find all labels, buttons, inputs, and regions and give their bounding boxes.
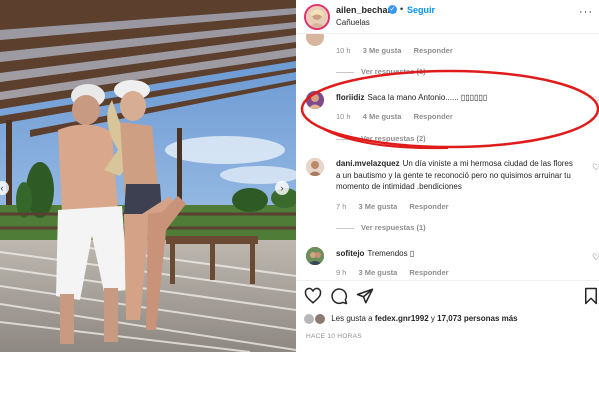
comment-time: 10 h	[336, 46, 351, 55]
comment-meta: 10 h 3 Me gusta Responder	[336, 46, 463, 55]
liker-avatar	[304, 314, 314, 324]
post-time[interactable]: HACE 10 HORAS	[306, 333, 362, 340]
heart-icon[interactable]	[304, 287, 322, 305]
comment-text: dani.mvelazquez Un día viniste a mi hermo…	[336, 158, 576, 193]
view-replies-button[interactable]: Ver respuestas (2)	[336, 134, 426, 143]
comment-time: 9 h	[336, 268, 347, 277]
comment-time: 10 h	[336, 112, 351, 121]
comment-username[interactable]: dani.mvelazquez	[336, 159, 400, 168]
comments-list: 10 h 3 Me gusta Responder Ver respuestas…	[296, 34, 599, 280]
comment-icon[interactable]	[330, 287, 348, 305]
reply-button[interactable]: Responder	[409, 268, 448, 277]
share-icon[interactable]	[356, 287, 374, 305]
reply-button[interactable]: Responder	[409, 202, 448, 211]
comment-meta: 9 h 3 Me gusta Responder	[336, 268, 459, 277]
commenter-avatar[interactable]	[306, 91, 324, 109]
bookmark-icon[interactable]	[582, 287, 599, 305]
post-header: ailen_bechara ✓ • Seguir Cañuelas ···	[296, 0, 599, 34]
comment-body: Tremendos ▯	[367, 249, 415, 258]
view-replies-button[interactable]: Ver respuestas (1)	[336, 223, 426, 232]
comment-likes[interactable]: 3 Me gusta	[359, 268, 398, 277]
post-photo[interactable]: ‹ ›	[0, 0, 296, 352]
follow-button[interactable]: Seguir	[407, 5, 435, 15]
post-actions: Les gusta a fedex.gnr1992 y 17,073 perso…	[296, 280, 599, 352]
likes-summary: Les gusta a fedex.gnr1992 y 17,073 perso…	[304, 314, 518, 324]
comment-body: Saca la mano Antonio...... ▯▯▯▯▯▯	[367, 93, 488, 102]
comment-username[interactable]: sofitejo	[336, 249, 364, 258]
separator-dot: •	[400, 4, 404, 14]
instagram-post: ‹ › ailen_bechara ✓ • Seguir Cañuelas ··…	[0, 0, 599, 402]
chevron-right-icon[interactable]: ›	[275, 181, 289, 195]
comment-text: floriidiz Saca la mano Antonio...... ▯▯▯▯…	[336, 92, 576, 104]
comment-meta: 10 h 4 Me gusta Responder	[336, 112, 463, 121]
comment-time: 7 h	[336, 202, 347, 211]
comment-likes[interactable]: 4 Me gusta	[363, 112, 402, 121]
more-icon[interactable]: ···	[579, 6, 593, 18]
post-location[interactable]: Cañuelas	[336, 18, 370, 27]
comment-meta: 7 h 3 Me gusta Responder	[336, 202, 459, 211]
verified-icon: ✓	[388, 5, 397, 14]
post-sidebar: ailen_bechara ✓ • Seguir Cañuelas ··· 10…	[296, 0, 599, 352]
heart-icon[interactable]: ♡	[592, 95, 599, 106]
author-avatar[interactable]	[304, 4, 330, 30]
reply-button[interactable]: Responder	[414, 112, 453, 121]
heart-icon[interactable]: ♡	[592, 252, 599, 263]
comment-likes[interactable]: 3 Me gusta	[363, 46, 402, 55]
comment-likes[interactable]: 3 Me gusta	[359, 202, 398, 211]
reply-button[interactable]: Responder	[414, 46, 453, 55]
liker-username[interactable]: fedex.gnr1992	[375, 314, 429, 323]
commenter-avatar[interactable]	[306, 247, 324, 265]
likes-prefix: Les gusta a	[331, 314, 373, 324]
commenter-avatar[interactable]	[306, 158, 324, 176]
liker-avatar	[315, 314, 325, 324]
likes-count[interactable]: 17,073 personas más	[437, 314, 518, 323]
comment-username[interactable]: floriidiz	[336, 93, 364, 102]
view-replies-button[interactable]: Ver respuestas (1)	[336, 67, 426, 76]
likes-joiner: y	[430, 314, 435, 324]
heart-icon[interactable]: ♡	[592, 162, 599, 173]
comment-text: sofitejo Tremendos ▯	[336, 248, 576, 260]
commenter-avatar[interactable]	[306, 34, 324, 46]
